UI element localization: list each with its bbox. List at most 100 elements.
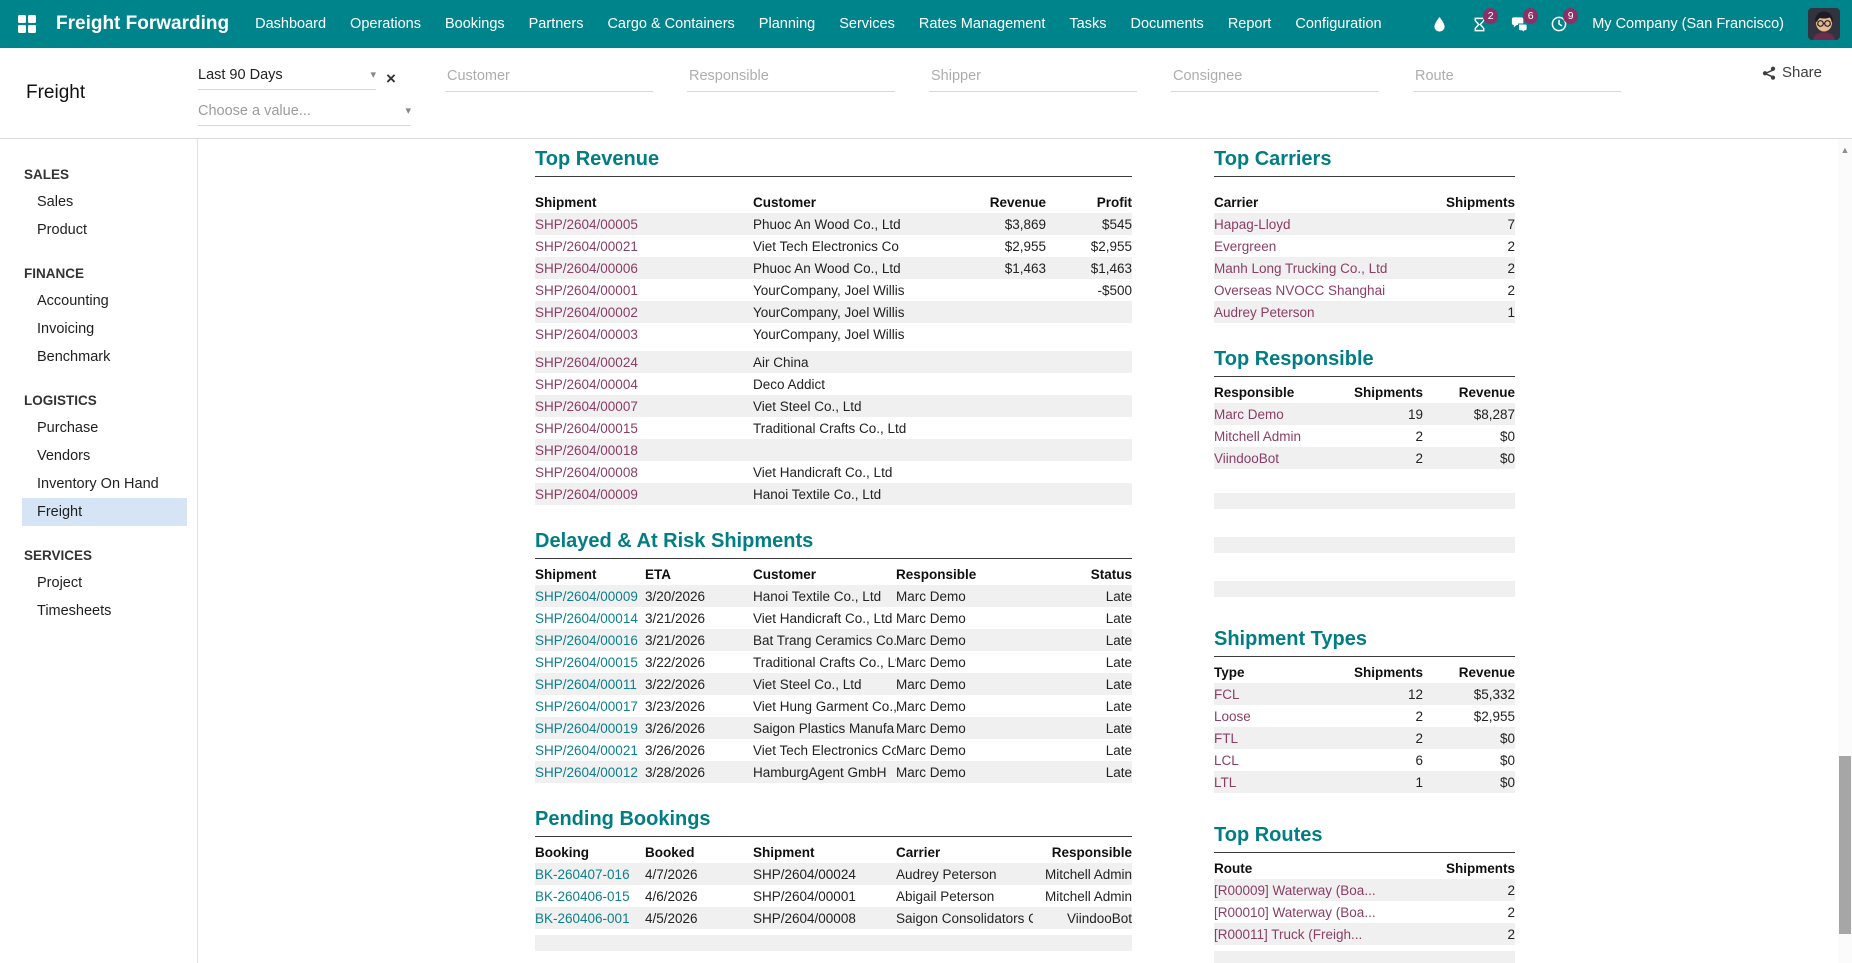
menu-documents[interactable]: Documents xyxy=(1130,16,1203,32)
table-link-cell[interactable]: LTL xyxy=(1214,775,1344,790)
table-cell: 2 xyxy=(1414,283,1515,298)
menu-report[interactable]: Report xyxy=(1228,16,1272,32)
menu-cargo-containers[interactable]: Cargo & Containers xyxy=(607,16,734,32)
app-title[interactable]: Freight Forwarding xyxy=(56,13,229,35)
table-link-cell[interactable]: SHP/2604/00009 xyxy=(535,589,645,604)
table-cell: $2,955 xyxy=(1429,709,1515,724)
section-title-top-responsible: Top Responsible xyxy=(1214,347,1515,377)
table-link-cell[interactable]: Marc Demo xyxy=(1214,407,1344,422)
sidebar-item-purchase[interactable]: Purchase xyxy=(22,414,187,442)
table-cell: YourCompany, Joel Willis xyxy=(753,283,973,298)
table-link-cell[interactable]: BK-260407-016 xyxy=(535,867,645,882)
table-link-cell[interactable]: Manh Long Trucking Co., Ltd xyxy=(1214,261,1414,276)
scrollbar-thumb[interactable] xyxy=(1839,756,1851,934)
table-link-cell[interactable]: Hapag-Lloyd xyxy=(1214,217,1414,232)
column-header-shipment: Shipment xyxy=(535,567,645,582)
clear-filter-icon[interactable]: × xyxy=(386,70,396,87)
table-link-cell[interactable]: SHP/2604/00015 xyxy=(535,421,753,436)
table-link-cell[interactable]: SHP/2604/00007 xyxy=(535,399,753,414)
table-link-cell[interactable]: FTL xyxy=(1214,731,1344,746)
table-link-cell[interactable]: Evergreen xyxy=(1214,239,1414,254)
table-row: LCL6$0 xyxy=(1214,749,1515,771)
column-header-shipments: Shipments xyxy=(1344,665,1429,680)
table-link-cell[interactable]: LCL xyxy=(1214,753,1344,768)
customer-filter-input[interactable] xyxy=(445,64,653,92)
table-link-cell[interactable]: Overseas NVOCC Shanghai xyxy=(1214,283,1414,298)
table-link-cell[interactable]: SHP/2604/00018 xyxy=(535,443,753,458)
sidebar-item-accounting[interactable]: Accounting xyxy=(22,287,187,315)
menu-rates-management[interactable]: Rates Management xyxy=(919,16,1046,32)
sidebar-item-vendors[interactable]: Vendors xyxy=(22,442,187,470)
sidebar-item-freight[interactable]: Freight xyxy=(22,498,187,526)
table-link-cell[interactable]: [R00009] Waterway (Boa... xyxy=(1214,883,1414,898)
water-drop-icon[interactable] xyxy=(1428,13,1450,35)
company-name[interactable]: My Company (San Francisco) xyxy=(1592,16,1784,32)
scrollbar-up-arrow[interactable]: ▲ xyxy=(1838,139,1852,155)
table-link-cell[interactable]: SHP/2604/00001 xyxy=(535,283,753,298)
table-link-cell[interactable]: Audrey Peterson xyxy=(1214,305,1414,320)
table-link-cell[interactable]: SHP/2604/00002 xyxy=(535,305,753,320)
table-link-cell[interactable]: SHP/2604/00021 xyxy=(535,743,645,758)
table-cell: Late xyxy=(1033,699,1132,714)
table-row: LTL1$0 xyxy=(1214,771,1515,793)
table-link-cell[interactable]: SHP/2604/00014 xyxy=(535,611,645,626)
table-link-cell[interactable]: BK-260406-001 xyxy=(535,911,645,926)
menu-operations[interactable]: Operations xyxy=(350,16,421,32)
table-link-cell[interactable]: SHP/2604/00019 xyxy=(535,721,645,736)
responsible-filter-input[interactable] xyxy=(687,64,895,92)
table-link-cell[interactable]: SHP/2604/00016 xyxy=(535,633,645,648)
menu-bookings[interactable]: Bookings xyxy=(445,16,505,32)
table-link-cell[interactable]: SHP/2604/00004 xyxy=(535,377,753,392)
vertical-scrollbar[interactable]: ▲ xyxy=(1838,139,1852,963)
sidebar-item-benchmark[interactable]: Benchmark xyxy=(22,343,187,371)
table-cell: Hanoi Textile Co., Ltd xyxy=(753,487,973,502)
column-header-shipments: Shipments xyxy=(1344,385,1429,400)
table-link-cell[interactable]: SHP/2604/00006 xyxy=(535,261,753,276)
section-title-top-carriers: Top Carriers xyxy=(1214,147,1515,177)
menu-configuration[interactable]: Configuration xyxy=(1295,16,1381,32)
table-link-cell[interactable]: SHP/2604/00005 xyxy=(535,217,753,232)
table-link-cell[interactable]: SHP/2604/00011 xyxy=(535,677,645,692)
menu-dashboard[interactable]: Dashboard xyxy=(255,16,326,32)
table-row: SHP/2604/00007Viet Steel Co., Ltd xyxy=(535,395,1132,417)
activities-hourglass-icon[interactable]: 2 xyxy=(1468,13,1490,35)
share-button[interactable]: Share xyxy=(1761,64,1822,81)
consignee-filter-input[interactable] xyxy=(1171,64,1379,92)
table-link-cell[interactable]: Loose xyxy=(1214,709,1344,724)
value-select-filter[interactable]: Choose a value... ▾ xyxy=(198,98,411,130)
user-avatar[interactable] xyxy=(1808,8,1840,40)
menu-tasks[interactable]: Tasks xyxy=(1069,16,1106,32)
sidebar-item-product[interactable]: Product xyxy=(22,216,187,244)
table-link-cell[interactable]: [R00011] Truck (Freigh... xyxy=(1214,927,1414,942)
sidebar-item-project[interactable]: Project xyxy=(22,569,187,597)
table-link-cell[interactable]: SHP/2604/00009 xyxy=(535,487,753,502)
table-link-cell[interactable]: SHP/2604/00012 xyxy=(535,765,645,780)
table-link-cell[interactable]: SHP/2604/00024 xyxy=(535,355,753,370)
menu-partners[interactable]: Partners xyxy=(529,16,584,32)
table-link-cell[interactable]: ViindooBot xyxy=(1214,451,1344,466)
table-link-cell[interactable]: [R00010] Waterway (Boa... xyxy=(1214,905,1414,920)
table-link-cell[interactable]: SHP/2604/00008 xyxy=(535,465,753,480)
sidebar-item-timesheets[interactable]: Timesheets xyxy=(22,597,187,625)
table-link-cell[interactable]: SHP/2604/00021 xyxy=(535,239,753,254)
table-link-cell[interactable]: BK-260406-015 xyxy=(535,889,645,904)
menu-planning[interactable]: Planning xyxy=(759,16,815,32)
table-cell: 2 xyxy=(1344,451,1429,466)
shipper-filter-input[interactable] xyxy=(929,64,1137,92)
sidebar-item-sales[interactable]: Sales xyxy=(22,188,187,216)
table-link-cell[interactable]: SHP/2604/00015 xyxy=(535,655,645,670)
followup-clock-icon[interactable]: 9 xyxy=(1548,13,1570,35)
table-link-cell[interactable]: SHP/2604/00017 xyxy=(535,699,645,714)
messages-chat-icon[interactable]: 6 xyxy=(1508,13,1530,35)
table-link-cell[interactable]: SHP/2604/00003 xyxy=(535,327,753,342)
table-link-cell[interactable]: Mitchell Admin xyxy=(1214,429,1344,444)
route-filter-input[interactable] xyxy=(1413,64,1621,92)
apps-menu-icon[interactable] xyxy=(10,7,44,41)
date-range-filter[interactable]: Last 90 Days ▾ × xyxy=(198,62,411,94)
column-header-revenue: Revenue xyxy=(1429,385,1515,400)
shipment-types-table: TypeShipmentsRevenueFCL12$5,332Loose2$2,… xyxy=(1214,661,1515,793)
sidebar-item-invoicing[interactable]: Invoicing xyxy=(22,315,187,343)
table-link-cell[interactable]: FCL xyxy=(1214,687,1344,702)
sidebar-item-inventory-on-hand[interactable]: Inventory On Hand xyxy=(22,470,187,498)
menu-services[interactable]: Services xyxy=(839,16,895,32)
